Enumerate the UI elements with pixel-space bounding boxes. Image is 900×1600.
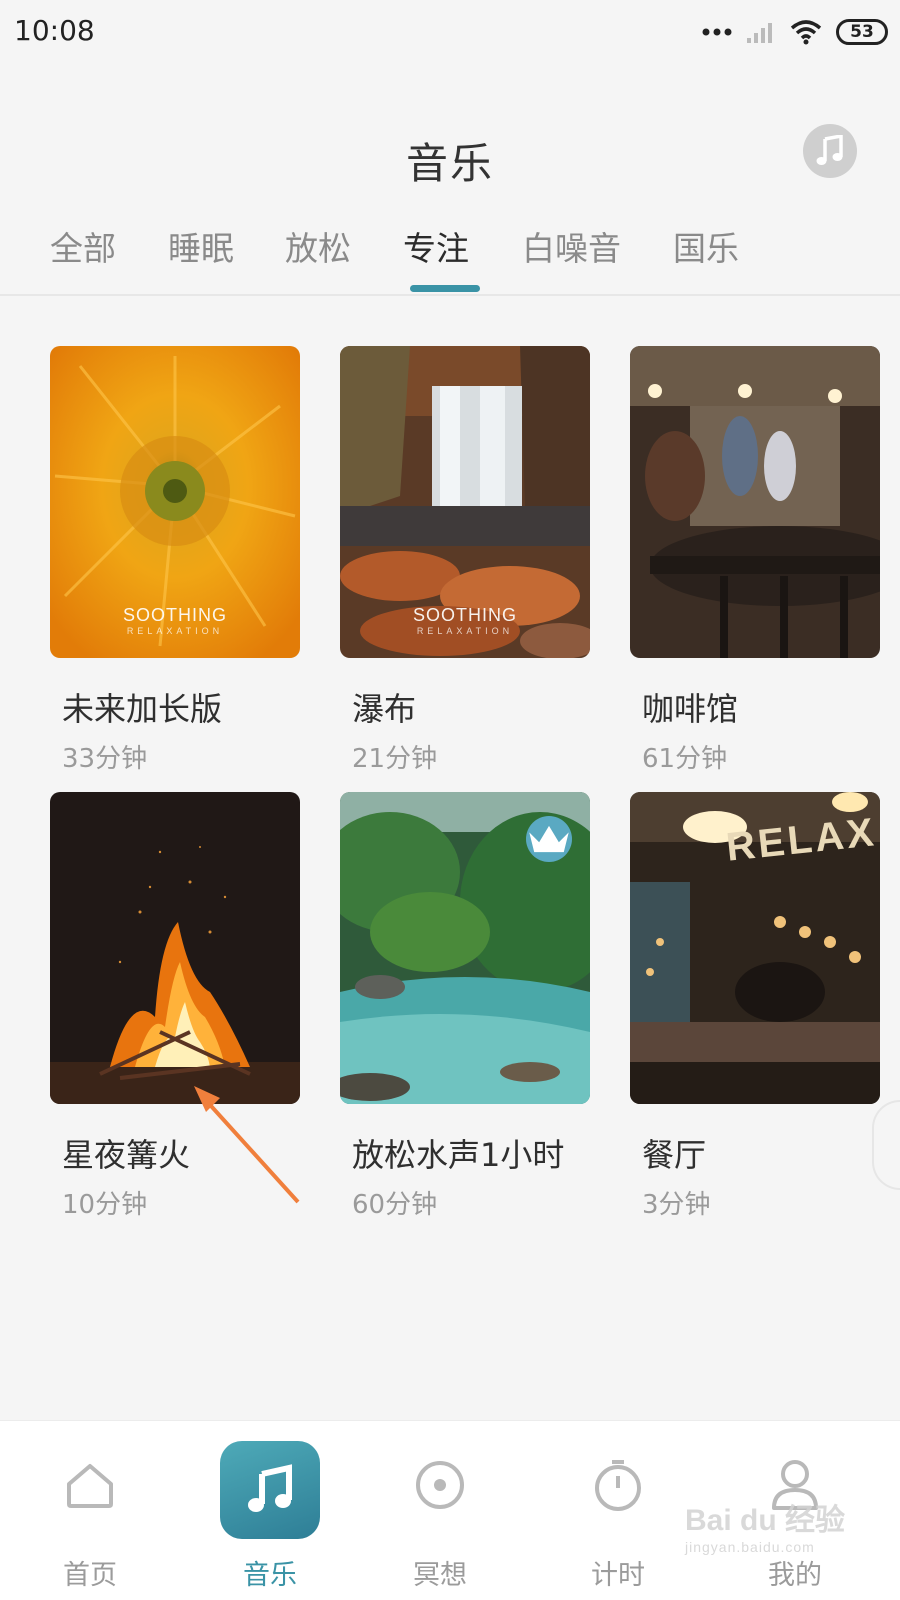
card-duration: 61分钟 bbox=[642, 744, 728, 774]
nav-label: 首页 bbox=[63, 1560, 117, 1591]
music-note-icon bbox=[816, 135, 843, 165]
home-icon bbox=[60, 1455, 120, 1515]
nav-label: 音乐 bbox=[243, 1560, 297, 1591]
timer-icon bbox=[588, 1455, 648, 1515]
tab-sleep[interactable]: 睡眠 bbox=[168, 222, 234, 270]
more-dots-icon bbox=[702, 28, 732, 36]
active-tab-indicator bbox=[410, 285, 480, 292]
music-card[interactable]: SOOTHING RELAXATION 未来加长版 33分钟 bbox=[50, 346, 300, 775]
tab-white-noise[interactable]: 白噪音 bbox=[522, 222, 621, 270]
battery-indicator: 53 bbox=[836, 19, 888, 45]
card-title: 放松水声1小时 bbox=[352, 1136, 565, 1174]
nav-home[interactable]: 首页 bbox=[20, 1421, 160, 1600]
nav-label: 计时 bbox=[591, 1560, 645, 1591]
category-tabs: 全部 睡眠 放松 专注 白噪音 国乐 bbox=[0, 222, 900, 296]
music-card[interactable]: 放松水声1小时 60分钟 bbox=[340, 792, 590, 1221]
soothing-logo: SOOTHING RELAXATION bbox=[122, 605, 227, 636]
status-time: 10:08 bbox=[14, 14, 95, 47]
status-bar: 10:08 53 bbox=[0, 0, 900, 64]
tab-relax[interactable]: 放松 bbox=[285, 222, 351, 270]
wifi-icon bbox=[790, 20, 822, 45]
side-pull-handle[interactable] bbox=[872, 1100, 900, 1190]
premium-badge bbox=[526, 816, 572, 862]
card-duration: 3分钟 bbox=[642, 1190, 711, 1220]
nav-label: 我的 bbox=[768, 1560, 822, 1591]
card-title: 咖啡馆 bbox=[642, 690, 739, 728]
crown-icon bbox=[529, 825, 569, 853]
card-title: 瀑布 bbox=[352, 690, 417, 728]
card-duration: 21分钟 bbox=[352, 744, 438, 774]
card-cover-cafe[interactable] bbox=[630, 346, 880, 658]
tab-chinese-music[interactable]: 国乐 bbox=[673, 222, 739, 270]
nav-label: 冥想 bbox=[413, 1560, 467, 1591]
music-player-button[interactable] bbox=[803, 124, 857, 178]
music-card[interactable]: SOOTHING RELAXATION 瀑布 21分钟 bbox=[340, 346, 590, 775]
nav-music[interactable]: 音乐 bbox=[200, 1421, 340, 1600]
status-icons: 53 bbox=[702, 14, 888, 50]
annotation-arrow-icon bbox=[194, 1086, 300, 1204]
card-cover-river[interactable] bbox=[340, 792, 590, 1104]
music-note-icon bbox=[220, 1441, 320, 1539]
soothing-logo: SOOTHING RELAXATION bbox=[412, 605, 517, 636]
nav-meditation[interactable]: 冥想 bbox=[370, 1421, 510, 1600]
tab-focus[interactable]: 专注 bbox=[403, 222, 469, 270]
signal-icon bbox=[747, 23, 772, 43]
tabs-divider bbox=[0, 294, 900, 296]
meditation-icon bbox=[410, 1455, 470, 1515]
tab-all[interactable]: 全部 bbox=[50, 222, 116, 270]
card-cover-campfire[interactable] bbox=[50, 792, 300, 1104]
card-cover-waterfall[interactable]: SOOTHING RELAXATION bbox=[340, 346, 590, 658]
baidu-watermark: Bai du 经验 jingyan.baidu.com bbox=[685, 1504, 846, 1555]
card-title: 未来加长版 bbox=[62, 690, 223, 728]
card-duration: 60分钟 bbox=[352, 1190, 438, 1220]
card-cover-restaurant[interactable]: RELAX bbox=[630, 792, 880, 1104]
nav-timer[interactable]: 计时 bbox=[548, 1421, 688, 1600]
music-card[interactable]: 咖啡馆 61分钟 bbox=[630, 346, 880, 775]
card-title: 餐厅 bbox=[642, 1136, 707, 1174]
card-cover-flower[interactable]: SOOTHING RELAXATION bbox=[50, 346, 300, 658]
music-card[interactable]: RELAX 餐厅 3分钟 bbox=[630, 792, 880, 1221]
page-title: 音乐 bbox=[405, 139, 494, 188]
card-duration: 33分钟 bbox=[62, 744, 148, 774]
